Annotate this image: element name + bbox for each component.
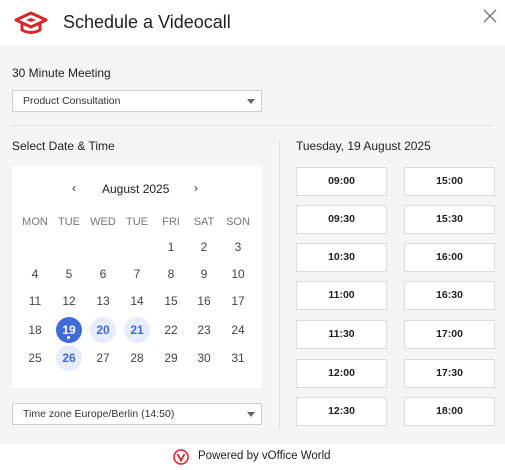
meeting-type-select[interactable]: Product Consultation: [12, 90, 262, 112]
select-date-label: Select Date & Time: [12, 139, 115, 153]
calendar-day[interactable]: 5: [56, 261, 82, 287]
calendar-day[interactable]: 21: [124, 317, 150, 343]
weekday-header: TUE: [126, 216, 148, 228]
calendar: ‹ August 2025 › MON TUE WED TUE FRI SAT SON 12…: [12, 166, 262, 388]
calendar-day[interactable]: 12: [56, 288, 82, 314]
dialog-header: Schedule a Videocall: [0, 0, 505, 46]
time-slot-button[interactable]: 17:00: [404, 320, 495, 349]
chevron-down-icon: [247, 412, 255, 417]
column-divider: [279, 140, 280, 430]
timezone-value: Time zone Europe/Berlin (14:50): [23, 408, 175, 420]
calendar-day[interactable]: 13: [90, 288, 116, 314]
calendar-day[interactable]: 17: [225, 288, 251, 314]
chevron-down-icon: [247, 99, 255, 104]
weekday-header: FRI: [162, 216, 180, 228]
calendar-day[interactable]: 24: [225, 317, 251, 343]
time-slot-button[interactable]: 10:30: [296, 243, 387, 272]
weekday-header: TUE: [58, 216, 80, 228]
time-slot-button[interactable]: 18:00: [404, 397, 495, 426]
time-slot-button[interactable]: 09:30: [296, 205, 387, 234]
time-slot-button[interactable]: 17:30: [404, 359, 495, 388]
weekday-header: SAT: [193, 216, 215, 228]
calendar-day[interactable]: 23: [191, 317, 217, 343]
calendar-day[interactable]: 1: [158, 234, 184, 260]
next-month-button[interactable]: ›: [194, 181, 198, 195]
calendar-day[interactable]: 25: [22, 345, 48, 371]
meeting-type-value: Product Consultation: [23, 95, 121, 107]
dialog-title: Schedule a Videocall: [63, 12, 231, 32]
weekday-header: MON: [22, 216, 48, 228]
weekday-header: WED: [90, 216, 116, 228]
calendar-day[interactable]: 16: [191, 288, 217, 314]
time-slot-button[interactable]: 15:30: [404, 205, 495, 234]
calendar-day[interactable]: 11: [22, 288, 48, 314]
calendar-day[interactable]: 22: [158, 317, 184, 343]
calendar-day[interactable]: 29: [158, 345, 184, 371]
calendar-day[interactable]: 8: [158, 261, 184, 287]
calendar-day[interactable]: 18: [22, 317, 48, 343]
calendar-day[interactable]: 30: [191, 345, 217, 371]
calendar-day[interactable]: 27: [90, 345, 116, 371]
calendar-day[interactable]: 4: [22, 261, 48, 287]
meeting-duration-label: 30 Minute Meeting: [12, 66, 111, 80]
time-slot-button[interactable]: 15:00: [404, 167, 495, 196]
section-divider: [12, 125, 493, 126]
calendar-day[interactable]: 28: [124, 345, 150, 371]
time-slot-button[interactable]: 16:30: [404, 281, 495, 310]
selected-date-heading: Tuesday, 19 August 2025: [296, 139, 431, 153]
calendar-day[interactable]: 6: [90, 261, 116, 287]
prev-month-button[interactable]: ‹: [72, 181, 76, 195]
calendar-day[interactable]: 3: [225, 234, 251, 260]
calendar-day[interactable]: 19: [56, 317, 82, 343]
footer: Powered by vOffice World: [0, 444, 505, 470]
weekday-header: SON: [226, 216, 250, 228]
time-slot-button[interactable]: 12:00: [296, 359, 387, 388]
calendar-day[interactable]: 15: [158, 288, 184, 314]
calendar-day[interactable]: 20: [90, 317, 116, 343]
calendar-month: August 2025: [102, 182, 170, 196]
calendar-day[interactable]: 7: [124, 261, 150, 287]
calendar-day[interactable]: 10: [225, 261, 251, 287]
graduation-cap-logo-icon: [14, 11, 48, 34]
calendar-day[interactable]: 2: [191, 234, 217, 260]
voffice-logo-icon: [173, 449, 189, 465]
time-slot-button[interactable]: 11:00: [296, 281, 387, 310]
calendar-day[interactable]: 9: [191, 261, 217, 287]
timezone-select[interactable]: Time zone Europe/Berlin (14:50): [12, 403, 262, 425]
calendar-day[interactable]: 14: [124, 288, 150, 314]
time-slot-button[interactable]: 09:00: [296, 167, 387, 196]
powered-by-text: Powered by vOffice World: [198, 450, 331, 462]
time-slot-button[interactable]: 16:00: [404, 243, 495, 272]
calendar-day[interactable]: 31: [225, 345, 251, 371]
close-icon[interactable]: [481, 7, 499, 25]
time-slot-button[interactable]: 11:30: [296, 320, 387, 349]
calendar-day[interactable]: 26: [56, 345, 82, 371]
time-slot-button[interactable]: 12:30: [296, 397, 387, 426]
